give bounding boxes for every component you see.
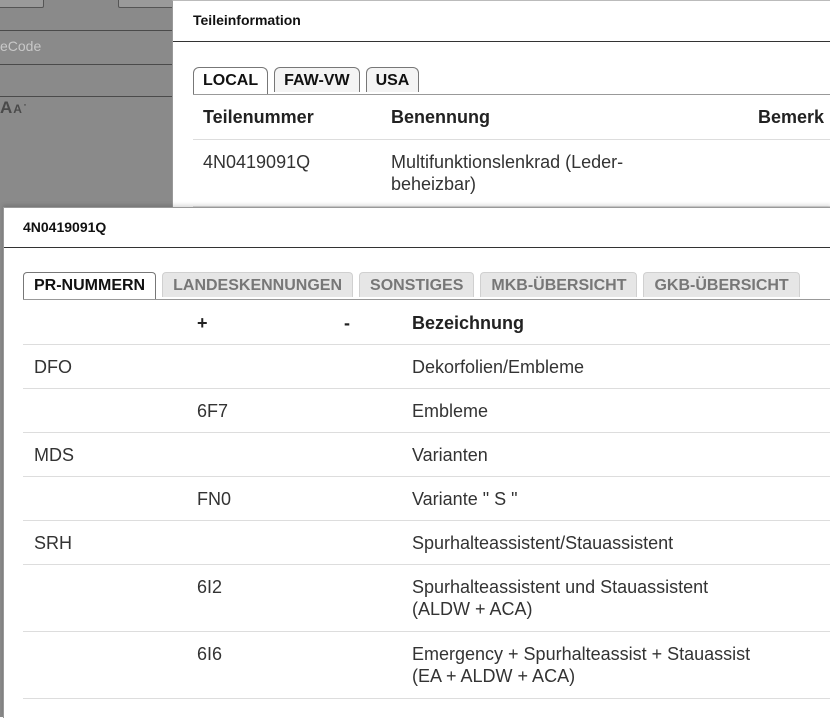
pr-description-cell: Spurhalteassistent und Stauassistent (AL… bbox=[412, 577, 709, 619]
table-row[interactable]: DFO Dekorfolien/Embleme bbox=[23, 345, 830, 389]
column-header-description: Bezeichnung bbox=[412, 313, 525, 333]
column-header-minus: - bbox=[344, 313, 350, 333]
pr-plus-cell: 6F7 bbox=[197, 401, 229, 421]
part-name-cell: Multifunktionslenkrad (Leder- beheizbar) bbox=[391, 152, 624, 194]
pr-family-cell: DFO bbox=[34, 357, 72, 377]
background-input bbox=[0, 0, 44, 8]
dialog-title: Teileinformation bbox=[193, 12, 301, 28]
pr-description-cell: Emergency + Spurhalteassist + Stauassist… bbox=[412, 644, 751, 686]
table-row[interactable]: 6I6 Emergency + Spurhalteassist + Stauass… bbox=[23, 632, 830, 699]
divider bbox=[193, 139, 830, 140]
pr-rows: DFO Dekorfolien/Embleme 6F7 Embleme MDS Varia… bbox=[23, 345, 830, 699]
background-input bbox=[118, 0, 180, 8]
font-decrease-icon: A bbox=[13, 102, 23, 116]
pr-table: + - Bezeichnung DFO Dekorfolien/Embleme 6F… bbox=[23, 300, 830, 699]
tab-landeskennungen[interactable]: LANDESKENNUNGEN bbox=[162, 272, 354, 297]
tab-gkb-uebersicht[interactable]: GKB-ÜBERSICHT bbox=[643, 272, 800, 297]
pr-plus-cell: 6I2 bbox=[197, 577, 223, 597]
table-row[interactable]: SRH Spurhalteassistent/Stauassistent bbox=[23, 521, 830, 565]
tab-sonstiges[interactable]: SONSTIGES bbox=[359, 272, 475, 297]
table-row[interactable]: 6I2 Spurhalteassistent und Stauassistent … bbox=[23, 565, 830, 632]
divider bbox=[173, 41, 830, 42]
tab-local[interactable]: LOCAL bbox=[193, 67, 269, 94]
divider bbox=[0, 30, 172, 31]
dialog-title: 4N0419091Q bbox=[23, 219, 107, 235]
font-size-control: AA˙ bbox=[0, 98, 28, 117]
pr-description-cell: Varianten bbox=[412, 445, 488, 465]
pr-numbers-dialog: 4N0419091Q PR-NUMMERN LANDESKENNUNGEN SO… bbox=[3, 207, 830, 718]
table-row[interactable]: FN0 Variante " S " bbox=[23, 477, 830, 521]
divider bbox=[193, 94, 830, 95]
region-tabs: LOCAL FAW-VW USA bbox=[193, 67, 420, 94]
tab-usa[interactable]: USA bbox=[365, 67, 420, 92]
pr-family-cell: SRH bbox=[34, 533, 73, 553]
pr-description-cell: Dekorfolien/Embleme bbox=[412, 357, 585, 377]
column-header-name: Benennung bbox=[391, 107, 490, 127]
column-header-plus: + bbox=[197, 313, 208, 333]
tab-pr-nummern[interactable]: PR-NUMMERN bbox=[23, 272, 157, 299]
pr-description-cell: Spurhalteassistent/Stauassistent bbox=[412, 533, 674, 553]
pr-description-cell: Embleme bbox=[412, 401, 489, 421]
pr-family-cell: MDS bbox=[34, 445, 74, 465]
divider bbox=[0, 64, 172, 65]
code-field-placeholder: eCode bbox=[0, 38, 42, 54]
tab-mkb-uebersicht[interactable]: MKB-ÜBERSICHT bbox=[480, 272, 638, 297]
column-header-remark: Bemerk bbox=[758, 107, 825, 127]
divider bbox=[4, 247, 830, 248]
divider bbox=[0, 96, 172, 97]
pr-plus-cell: 6I6 bbox=[197, 644, 223, 664]
column-header-part-number: Teilenummer bbox=[203, 107, 314, 127]
parts-info-dialog: Teileinformation LOCAL FAW-VW USA Teilen… bbox=[172, 0, 830, 211]
pr-description-cell: Variante " S " bbox=[412, 489, 518, 509]
table-header-row: + - Bezeichnung bbox=[23, 300, 830, 345]
pr-tabs: PR-NUMMERN LANDESKENNUNGEN SONSTIGES MKB… bbox=[23, 272, 800, 299]
tab-faw-vw[interactable]: FAW-VW bbox=[274, 67, 360, 92]
font-increase-icon: A bbox=[0, 98, 14, 117]
table-row[interactable]: 6F7 Embleme bbox=[23, 389, 830, 433]
part-number-cell[interactable]: 4N0419091Q bbox=[203, 151, 310, 173]
pr-plus-cell: FN0 bbox=[197, 489, 232, 509]
table-row[interactable]: MDS Varianten bbox=[23, 433, 830, 477]
